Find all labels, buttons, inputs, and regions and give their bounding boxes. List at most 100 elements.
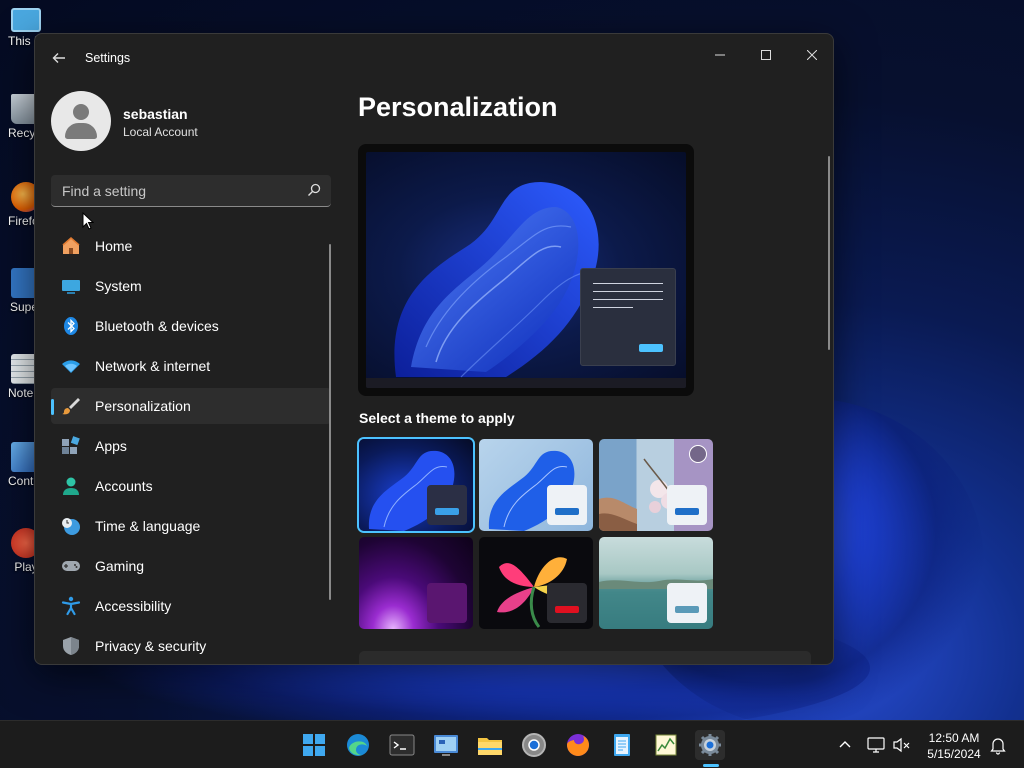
apps-icon bbox=[62, 436, 80, 454]
theme-accent-bar bbox=[555, 606, 579, 613]
sidebar-item-system[interactable]: System bbox=[51, 268, 331, 304]
theme-accent-bar bbox=[435, 508, 459, 515]
app-title: Settings bbox=[85, 51, 131, 65]
page-title: Personalization bbox=[358, 92, 558, 122]
tray-overflow-button[interactable] bbox=[836, 735, 854, 753]
sidebar-item-label: Accounts bbox=[95, 478, 153, 494]
title-bar[interactable]: Settings bbox=[35, 34, 833, 82]
wifi-icon bbox=[62, 360, 80, 373]
theme-mini-window bbox=[427, 583, 467, 623]
sidebar-item-home[interactable]: Home bbox=[51, 228, 331, 264]
clock-time: 12:50 AM bbox=[928, 731, 980, 745]
sidebar-item-network[interactable]: Network & internet bbox=[51, 348, 331, 384]
maximize-icon bbox=[761, 50, 771, 60]
settings-icon bbox=[699, 734, 721, 756]
settings-window: Settings sebastian Local Account Home bbox=[34, 33, 834, 665]
preview-line bbox=[593, 307, 633, 308]
sidebar-item-accessibility[interactable]: Accessibility bbox=[51, 588, 331, 624]
sidebar-item-accounts[interactable]: Accounts bbox=[51, 468, 331, 504]
back-button[interactable] bbox=[45, 46, 73, 70]
notification-bell-icon[interactable] bbox=[988, 735, 1008, 755]
theme-accent-bar bbox=[675, 508, 699, 515]
chevron-up-icon bbox=[839, 741, 851, 748]
theme-captured-motion[interactable] bbox=[479, 537, 593, 629]
edge-icon[interactable] bbox=[343, 730, 373, 760]
task-manager-icon[interactable] bbox=[651, 730, 681, 760]
taskbar: 12:50 AM 5/15/2024 bbox=[0, 720, 1024, 768]
sidebar-item-time-language[interactable]: Time & language bbox=[51, 508, 331, 544]
home-icon bbox=[62, 237, 80, 254]
settings-taskbar-button[interactable] bbox=[695, 730, 725, 760]
active-app-indicator bbox=[703, 764, 719, 767]
control-panel-icon[interactable] bbox=[431, 730, 461, 760]
minimize-button[interactable] bbox=[697, 40, 743, 70]
accounts-icon bbox=[63, 477, 79, 495]
sidebar-item-label: System bbox=[95, 278, 142, 294]
network-icon[interactable] bbox=[866, 735, 886, 755]
monitor-icon bbox=[11, 8, 41, 32]
gamepad-icon bbox=[62, 561, 80, 571]
user-profile[interactable]: sebastian Local Account bbox=[51, 91, 341, 151]
system-icon bbox=[62, 280, 80, 294]
bluetooth-icon bbox=[64, 317, 78, 335]
close-icon bbox=[806, 49, 818, 61]
theme-windows-light[interactable] bbox=[479, 439, 593, 531]
maximize-button[interactable] bbox=[743, 40, 789, 70]
sidebar-item-label: Privacy & security bbox=[95, 638, 207, 654]
theme-glow[interactable] bbox=[359, 537, 473, 629]
account-type: Local Account bbox=[123, 125, 198, 139]
preview-line bbox=[593, 299, 663, 300]
sidebar-item-label: Time & language bbox=[95, 518, 201, 534]
start-icon[interactable] bbox=[299, 730, 329, 760]
firefox-icon[interactable] bbox=[563, 730, 593, 760]
sidebar-item-apps[interactable]: Apps bbox=[51, 428, 331, 464]
speaker-muted-icon[interactable] bbox=[892, 735, 912, 755]
sidebar-nav: Home System Bluetooth & devices Network … bbox=[51, 228, 331, 664]
theme-flow[interactable] bbox=[599, 537, 713, 629]
terminal-icon[interactable] bbox=[387, 730, 417, 760]
sidebar-item-personalization[interactable]: Personalization bbox=[51, 388, 331, 424]
main-scrollbar[interactable] bbox=[828, 156, 830, 350]
user-name: sebastian bbox=[123, 106, 188, 122]
sidebar-item-bluetooth[interactable]: Bluetooth & devices bbox=[51, 308, 331, 344]
sidebar-scrollbar[interactable] bbox=[329, 244, 331, 600]
themes-section-label: Select a theme to apply bbox=[359, 410, 515, 426]
avatar bbox=[51, 91, 111, 151]
close-button[interactable] bbox=[789, 40, 833, 70]
theme-accent-bar bbox=[675, 606, 699, 613]
theme-accent-bar bbox=[435, 606, 459, 613]
search-box[interactable] bbox=[51, 175, 331, 207]
theme-preview bbox=[358, 144, 694, 396]
accessibility-icon bbox=[61, 596, 81, 616]
file-explorer-icon[interactable] bbox=[475, 730, 505, 760]
arrow-left-icon bbox=[52, 53, 65, 63]
preview-taskbar bbox=[366, 378, 686, 388]
preview-line bbox=[593, 283, 663, 284]
sidebar-item-label: Network & internet bbox=[95, 358, 211, 374]
shield-icon bbox=[63, 637, 79, 655]
search-icon[interactable] bbox=[307, 183, 321, 197]
chrome-icon[interactable] bbox=[519, 730, 549, 760]
search-input[interactable] bbox=[51, 175, 331, 206]
sidebar-item-label: Apps bbox=[95, 438, 127, 454]
sidebar-item-label: Home bbox=[95, 238, 133, 254]
clock-date: 5/15/2024 bbox=[927, 747, 981, 761]
minimize-icon bbox=[715, 54, 725, 56]
theme-mini-window bbox=[427, 485, 467, 525]
sidebar-item-label: Gaming bbox=[95, 558, 145, 574]
theme-mini-window bbox=[547, 485, 587, 525]
preview-line bbox=[593, 291, 663, 292]
sidebar-item-privacy[interactable]: Privacy & security bbox=[51, 628, 331, 664]
system-clock[interactable]: 12:50 AM 5/15/2024 bbox=[918, 730, 990, 762]
mouse-cursor-icon bbox=[82, 212, 94, 230]
next-settings-card[interactable] bbox=[359, 651, 811, 664]
notepad-icon[interactable] bbox=[607, 730, 637, 760]
sidebar-item-gaming[interactable]: Gaming bbox=[51, 548, 331, 584]
brush-icon bbox=[62, 398, 80, 415]
clock-globe-icon bbox=[62, 518, 80, 535]
sidebar-item-label: Bluetooth & devices bbox=[95, 318, 219, 334]
theme-mini-window bbox=[667, 583, 707, 623]
theme-windows-dark[interactable] bbox=[359, 439, 473, 531]
theme-windows-spotlight[interactable] bbox=[599, 439, 713, 531]
sidebar-item-label: Accessibility bbox=[95, 598, 172, 614]
